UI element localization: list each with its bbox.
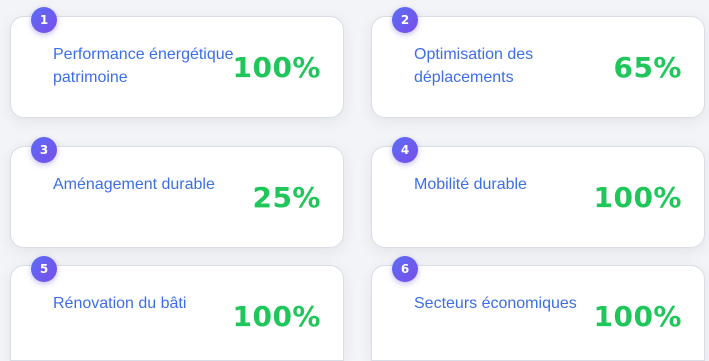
card-number-badge: 6	[392, 256, 418, 282]
card-label: Mobilité durable	[414, 176, 527, 193]
indicator-card-2[interactable]: 2 Optimisation des déplacements 65%	[371, 7, 705, 118]
indicator-card-1[interactable]: 1 Performance énergétique patrimoine 100…	[10, 7, 344, 118]
card-label: Rénovation du bâti	[53, 295, 187, 312]
card-percentage: 65%	[613, 51, 682, 84]
card-percentage: 100%	[232, 51, 321, 84]
card-label: Aménagement durable	[53, 176, 215, 193]
indicator-card-3[interactable]: 3 Aménagement durable 25%	[10, 137, 344, 248]
indicator-card-5[interactable]: 5 Rénovation du bâti 100%	[10, 256, 344, 361]
indicator-card-4[interactable]: 4 Mobilité durable 100%	[371, 137, 705, 248]
card-number-badge: 4	[392, 137, 418, 163]
card-percentage: 100%	[593, 181, 682, 214]
card-number-badge: 3	[31, 137, 57, 163]
card-percentage: 100%	[232, 300, 321, 333]
indicator-card-6[interactable]: 6 Secteurs économiques 100%	[371, 256, 705, 361]
card-number-badge: 5	[31, 256, 57, 282]
card-percentage: 25%	[252, 181, 321, 214]
card-label: Performance énergétique patrimoine	[53, 46, 234, 86]
indicator-grid: 1 Performance énergétique patrimoine 100…	[0, 0, 709, 361]
card-label: Optimisation des déplacements	[414, 46, 534, 86]
card-percentage: 100%	[593, 300, 682, 333]
card-label: Secteurs économiques	[414, 295, 577, 312]
card-number-badge: 2	[392, 7, 418, 33]
card-number-badge: 1	[31, 7, 57, 33]
